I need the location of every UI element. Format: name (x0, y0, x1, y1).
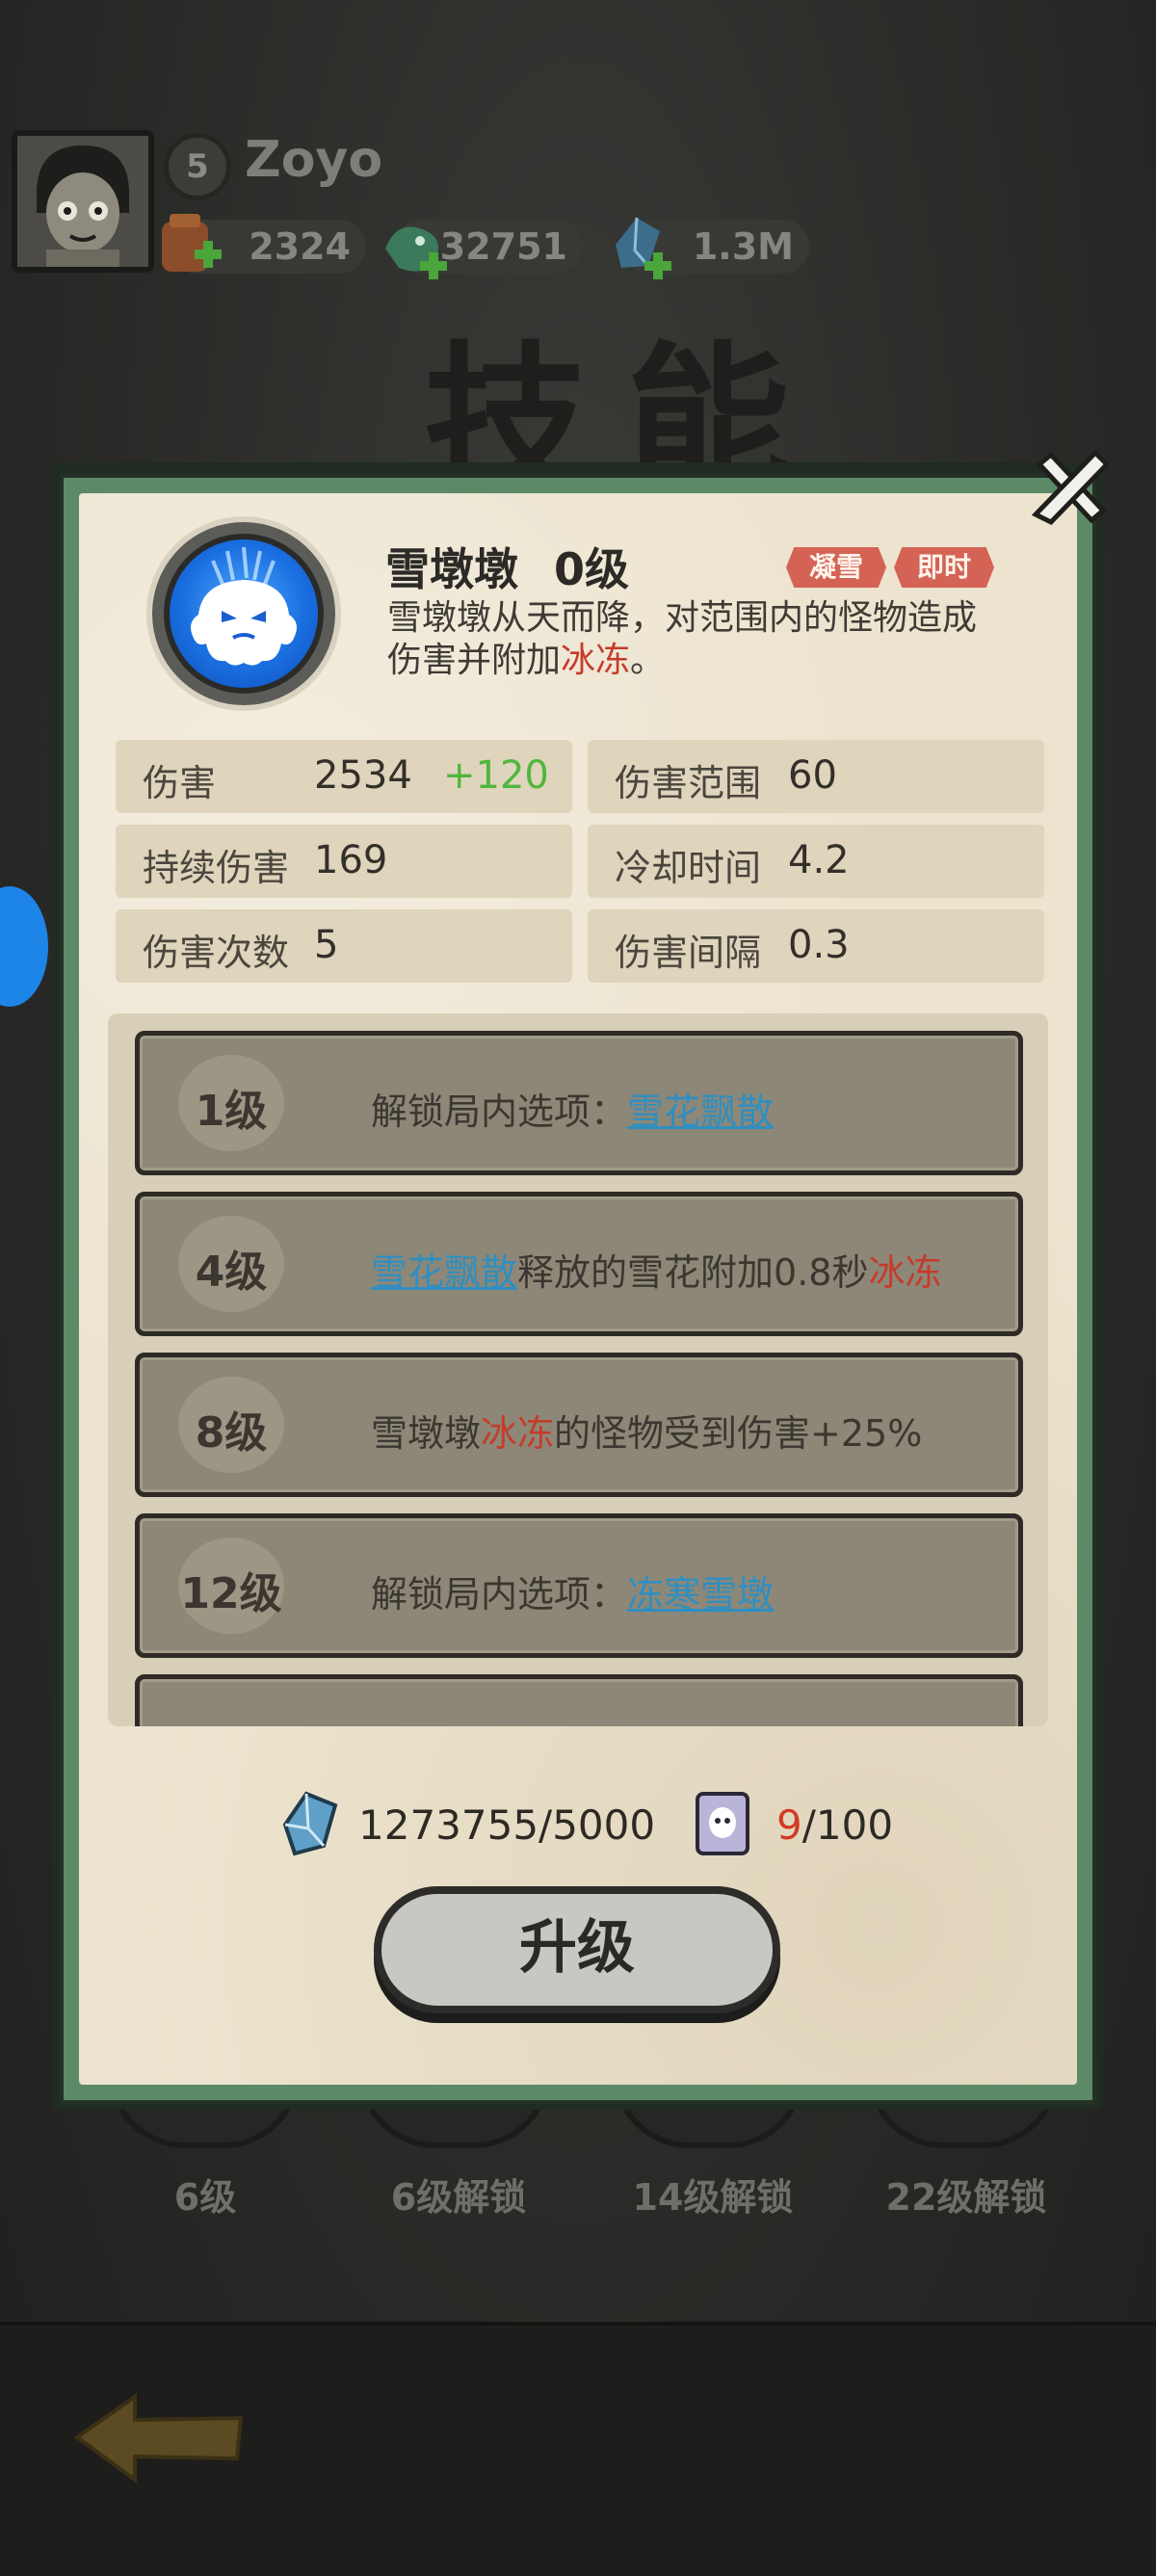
unlock-row-4: 4级 雪花飘散释放的雪花附加0.8秒冰冻 (135, 1192, 1023, 1336)
skill-description: 雪墩墩从天而降，对范围内的怪物造成伤害并附加冰冻。 (387, 597, 1004, 682)
unlock-keyword[interactable]: 冰冻 (481, 1412, 554, 1455)
description-text: 雪墩墩从天而降，对范围内的怪物造成伤害并附加 (387, 598, 978, 680)
stat-damage: 伤害 2534 +120 (116, 740, 572, 813)
stat-value: 169 (314, 838, 388, 882)
stat-value: 60 (788, 753, 837, 798)
unlock-row-1: 1级 解锁局内选项：雪花飘散 (135, 1031, 1023, 1175)
player-name: Zoyo (245, 131, 383, 189)
unlock-text: 雪花飘散释放的雪花附加0.8秒冰冻 (371, 1243, 941, 1296)
skill-name: 雪墩墩 (385, 543, 518, 595)
player-avatar[interactable] (12, 130, 154, 273)
unlock-link[interactable]: 冻寒雪墩 (627, 1573, 774, 1616)
unlock-text-pre: 雪墩墩 (371, 1412, 482, 1455)
stat-label: 伤害间隔 (615, 932, 762, 974)
card-have: 9 (776, 1801, 802, 1849)
description-keyword[interactable]: 冰冻 (561, 641, 630, 680)
unlock-level: 8级 (195, 1408, 268, 1458)
unlock-text-mid: 释放的雪花附加0.8秒 (517, 1251, 869, 1294)
unlock-row-12: 12级 解锁局内选项：冻寒雪墩 (135, 1513, 1023, 1658)
unlock-list[interactable]: 1级 解锁局内选项：雪花飘散 4级 雪花飘散释放的雪花附加0.8秒冰冻 8级 雪… (108, 1013, 1048, 1726)
unlock-text: 解锁局内选项：雪花飘散 (371, 1082, 774, 1135)
close-icon (1031, 449, 1111, 526)
stat-value: 4.2 (788, 838, 850, 882)
stat-label: 伤害 (143, 762, 217, 804)
snow-ghost-icon (164, 534, 324, 694)
unlock-keyword[interactable]: 冰冻 (868, 1251, 941, 1294)
unlock-level: 1级 (195, 1087, 268, 1136)
skill-level: 0级 (554, 543, 630, 595)
unlock-link[interactable]: 雪花飘散 (627, 1091, 774, 1133)
stat-label: 冷却时间 (615, 847, 762, 889)
stat-bonus: +120 (443, 753, 549, 798)
unlock-text-pre: 解锁局内选项： (371, 1091, 628, 1133)
stat-hit-count: 伤害次数 5 (116, 909, 572, 983)
back-arrow-icon[interactable] (67, 2389, 250, 2485)
avatar-portrait-icon (17, 136, 148, 267)
currency-dragon-value: 32751 (439, 225, 567, 268)
unlock-text: 解锁局内选项：冻寒雪墩 (371, 1564, 774, 1617)
food-bag-icon[interactable] (152, 210, 229, 287)
crystal-icon[interactable] (602, 210, 679, 287)
skill-tag: 凝雪 (786, 547, 886, 588)
skill-tag: 即时 (894, 547, 994, 588)
stat-hit-interval: 伤害间隔 0.3 (588, 909, 1044, 983)
stat-label: 伤害次数 (143, 932, 290, 974)
close-button[interactable] (1026, 443, 1113, 530)
crystal-cost: 1273755/5000 (358, 1801, 656, 1849)
player-level-badge: 5 (164, 133, 231, 200)
skill-slot-label: 14级解锁 (632, 2176, 794, 2219)
description-text-end: 。 (630, 641, 666, 680)
stat-dot-damage: 持续伤害 169 (116, 825, 572, 898)
currency-food-value: 2324 (249, 225, 351, 268)
crystal-icon (279, 1790, 341, 1857)
unlock-text: 雪墩墩冰冻的怪物受到伤害+25% (371, 1404, 922, 1457)
stat-value: 2534 (314, 753, 412, 798)
card-need: /100 (801, 1801, 894, 1849)
stat-label: 持续伤害 (143, 847, 290, 889)
skill-slot-label: 22级解锁 (885, 2176, 1047, 2219)
unlock-text-post: 的怪物受到伤害+25% (554, 1412, 923, 1455)
stat-label: 伤害范围 (615, 762, 762, 804)
stat-damage-range: 伤害范围 60 (588, 740, 1044, 813)
unlock-text-pre: 解锁局内选项： (371, 1573, 628, 1616)
stat-value: 0.3 (788, 923, 850, 967)
dragon-icon[interactable] (378, 210, 455, 287)
stat-value: 5 (314, 923, 339, 967)
card-cost: 9/100 (776, 1801, 893, 1849)
unlock-level: 12级 (180, 1569, 282, 1618)
unlock-row-8: 8级 雪墩墩冰冻的怪物受到伤害+25% (135, 1353, 1023, 1497)
unlock-link[interactable]: 雪花飘散 (371, 1251, 517, 1294)
skill-card-icon (692, 1790, 759, 1857)
unlock-row-partial (135, 1674, 1023, 1726)
skill-slot-label: 6级 (173, 2176, 237, 2219)
currency-crystal-value: 1.3M (692, 225, 794, 268)
upgrade-button[interactable]: 升级 (374, 1886, 780, 2013)
skill-slot-label: 6级解锁 (390, 2176, 527, 2219)
unlock-level: 4级 (195, 1248, 268, 1297)
stat-cooldown: 冷却时间 4.2 (588, 825, 1044, 898)
